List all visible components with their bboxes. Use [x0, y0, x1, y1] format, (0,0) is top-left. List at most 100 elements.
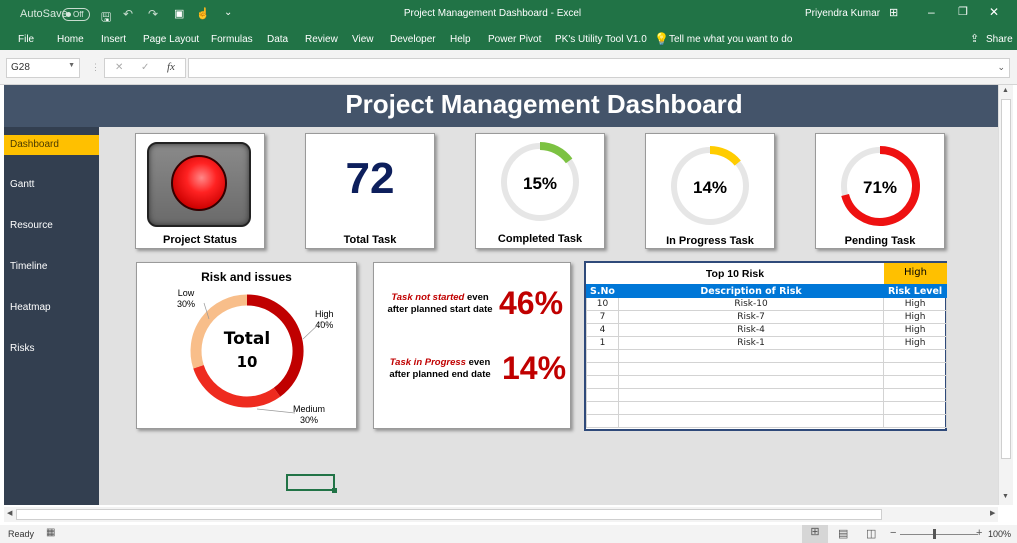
not-started-description: Task not started even after planned start…	[380, 292, 500, 316]
table-cell[interactable]: Risk-10	[617, 297, 885, 311]
table-cell[interactable]	[617, 375, 885, 389]
table-cell[interactable]: High	[883, 336, 947, 350]
page-break-preview-icon[interactable]: ◫	[866, 527, 876, 540]
tab-file[interactable]: File	[18, 34, 34, 45]
total-task-label: Total Task	[343, 234, 397, 246]
scroll-left-icon[interactable]: ◀	[7, 509, 12, 517]
delay-metrics-card: Task not started even after planned start…	[373, 262, 571, 429]
table-row: 7 Risk-7 High	[586, 310, 947, 324]
table-row	[586, 401, 947, 415]
share-button[interactable]: Share	[986, 34, 1013, 45]
user-name[interactable]: Priyendra Kumar	[805, 8, 880, 19]
vertical-scroll-thumb[interactable]	[1001, 99, 1011, 459]
table-row	[586, 388, 947, 402]
table-cell[interactable]: High	[883, 310, 947, 324]
cancel-icon[interactable]: ✕	[115, 62, 123, 73]
risk-level-filter[interactable]: High	[884, 263, 947, 284]
zoom-level[interactable]: 100%	[988, 529, 1011, 539]
tab-pk-utility-tool[interactable]: PK's Utility Tool V1.0	[555, 34, 647, 45]
page-layout-view-icon[interactable]: ▤	[838, 527, 848, 540]
ribbon-display-options-icon[interactable]: ⊞	[889, 6, 898, 19]
table-row	[586, 375, 947, 389]
tab-home[interactable]: Home	[57, 34, 84, 45]
zoom-slider-thumb[interactable]	[933, 529, 936, 539]
table-cell[interactable]	[586, 414, 619, 428]
table-cell[interactable]: High	[883, 297, 947, 311]
expand-formula-icon[interactable]: ⌄	[997, 62, 1005, 73]
minimize-icon[interactable]: –	[928, 5, 935, 19]
table-cell[interactable]	[586, 362, 619, 376]
table-cell[interactable]	[617, 414, 885, 428]
table-cell[interactable]	[883, 349, 947, 363]
sidebar-item-risks[interactable]: Risks	[4, 339, 99, 359]
table-cell[interactable]: 10	[586, 297, 619, 311]
selected-cell[interactable]	[286, 474, 337, 493]
table-cell[interactable]	[883, 375, 947, 389]
share-icon: ⇪	[970, 33, 980, 45]
project-status-label: Project Status	[163, 234, 237, 246]
sidebar-item-timeline[interactable]: Timeline	[4, 257, 99, 277]
sidebar-item-resource[interactable]: Resource	[4, 216, 99, 236]
not-started-text-2: after planned start date	[387, 304, 493, 315]
table-cell[interactable]: 4	[586, 323, 619, 337]
table-cell[interactable]: 7	[586, 310, 619, 324]
ribbon-tabs: File Home Insert Page Layout Formulas Da…	[0, 29, 1017, 50]
tab-help[interactable]: Help	[450, 34, 471, 45]
table-cell[interactable]: Risk-1	[617, 336, 885, 350]
in-progress-highlight: Task in Progress	[389, 357, 466, 368]
horizontal-scrollbar[interactable]: ◀ ▶	[4, 507, 998, 522]
table-cell[interactable]: 1	[586, 336, 619, 350]
status-red-light-icon	[171, 155, 227, 211]
scroll-up-icon[interactable]: ▲	[1002, 87, 1009, 94]
table-cell[interactable]: Risk-7	[617, 310, 885, 324]
tab-review[interactable]: Review	[305, 34, 338, 45]
table-cell[interactable]	[586, 401, 619, 415]
overdue-in-progress-value: 14%	[502, 350, 567, 386]
tab-data[interactable]: Data	[267, 34, 288, 45]
sidebar-item-gantt[interactable]: Gantt	[4, 175, 99, 195]
in-progress-text-2: after planned end date	[389, 369, 491, 380]
chevron-down-icon[interactable]: ▼	[68, 62, 75, 69]
macro-recording-icon[interactable]: ▦	[46, 527, 55, 538]
table-cell[interactable]	[586, 388, 619, 402]
enter-icon[interactable]: ✓	[141, 62, 149, 73]
insert-function-icon[interactable]: fx	[167, 61, 175, 73]
table-cell[interactable]	[617, 388, 885, 402]
name-box-value: G28	[11, 62, 30, 73]
formula-input[interactable]: ⌄	[188, 58, 1010, 78]
tab-developer[interactable]: Developer	[390, 34, 436, 45]
table-cell[interactable]	[617, 349, 885, 363]
tab-view[interactable]: View	[352, 34, 374, 45]
normal-view-icon[interactable]: ⊞	[802, 525, 828, 543]
tab-insert[interactable]: Insert	[101, 34, 126, 45]
zoom-slider[interactable]	[900, 534, 978, 535]
table-cell[interactable]	[586, 375, 619, 389]
tab-formulas[interactable]: Formulas	[211, 34, 253, 45]
sidebar-item-dashboard[interactable]: Dashboard	[4, 135, 99, 155]
vertical-scrollbar[interactable]: ▲ ▼	[998, 85, 1013, 505]
tab-page-layout[interactable]: Page Layout	[143, 34, 199, 45]
top-risk-table-wrap: S.No Description of Risk Risk Level 10 Risk-…	[586, 284, 947, 428]
table-cell[interactable]	[617, 401, 885, 415]
table-cell[interactable]: Risk-4	[617, 323, 885, 337]
scroll-down-icon[interactable]: ▼	[1002, 493, 1009, 500]
sidebar-item-heatmap[interactable]: Heatmap	[4, 298, 99, 318]
table-cell[interactable]	[617, 362, 885, 376]
completed-task-card: 15% Completed Task	[475, 133, 605, 249]
fill-handle[interactable]	[332, 488, 337, 493]
tab-power-pivot[interactable]: Power Pivot	[488, 34, 541, 45]
zoom-out-icon[interactable]: −	[890, 527, 896, 539]
scroll-right-icon[interactable]: ▶	[990, 509, 995, 517]
zoom-in-icon[interactable]: +	[976, 527, 982, 539]
table-cell[interactable]	[883, 388, 947, 402]
horizontal-scroll-thumb[interactable]	[16, 509, 882, 520]
table-cell[interactable]: High	[883, 323, 947, 337]
table-cell[interactable]	[586, 349, 619, 363]
close-icon[interactable]: ✕	[989, 5, 999, 19]
table-cell[interactable]	[883, 414, 947, 428]
restore-icon[interactable]: ❐	[958, 5, 968, 18]
table-cell[interactable]	[883, 401, 947, 415]
table-cell[interactable]	[883, 362, 947, 376]
tell-me-search[interactable]: Tell me what you want to do	[669, 34, 792, 45]
name-box[interactable]: G28 ▼	[6, 58, 80, 78]
